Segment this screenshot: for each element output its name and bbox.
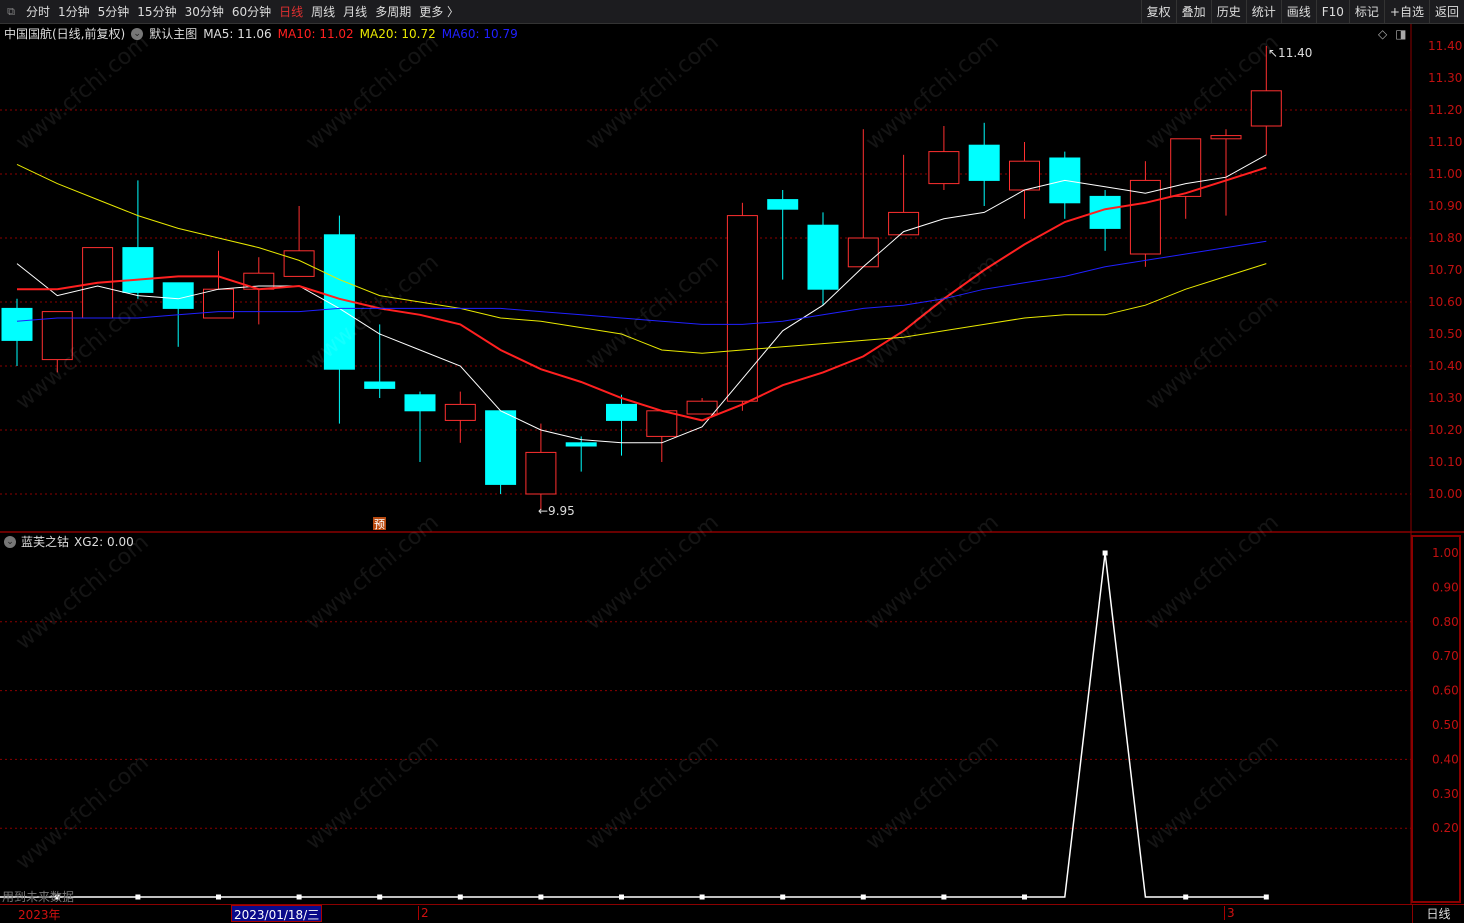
xg2-point: [860, 894, 866, 900]
month-label: 3: [1224, 906, 1235, 920]
period-indicator[interactable]: 日线: [1412, 905, 1464, 923]
indicator-tick: 0.90: [1432, 580, 1459, 594]
xg2-point: [780, 894, 786, 900]
high-price-label: ↖11.40: [1268, 46, 1312, 60]
candle-up: [646, 410, 678, 437]
chevron-down-icon[interactable]: ⌄: [4, 535, 16, 548]
candle-down: [606, 403, 637, 421]
candle-down: [767, 199, 799, 210]
candle-up: [525, 451, 557, 495]
price-tick: 10.10: [1428, 455, 1462, 469]
time-axis: 2023年 2023/01/18/三 2 3 日线: [0, 904, 1464, 923]
price-tick: 10.20: [1428, 423, 1462, 437]
indicator-tick: 0.30: [1432, 787, 1459, 801]
xg2-point: [1102, 550, 1108, 556]
xg2-point: [538, 894, 544, 900]
candle-down: [404, 394, 436, 412]
candle-down: [565, 442, 597, 447]
month-label: 2: [418, 906, 429, 920]
price-tick: 11.30: [1428, 71, 1462, 85]
price-tick: 10.90: [1428, 199, 1462, 213]
price-tick: 11.10: [1428, 135, 1462, 149]
price-tick: 10.30: [1428, 391, 1462, 405]
indicator-name[interactable]: 蓝芙之钴: [21, 533, 69, 550]
price-tick: 11.00: [1428, 167, 1462, 181]
xg2-point: [1022, 894, 1027, 900]
forecast-badge-text: 预: [374, 518, 385, 531]
xg2-line: [17, 552, 1267, 898]
xg2-point: [377, 894, 383, 900]
candle-down: [807, 224, 839, 290]
price-tick: 10.70: [1428, 263, 1462, 277]
candle-up: [1210, 135, 1242, 140]
candle-up: [283, 250, 315, 277]
candle-down: [122, 247, 154, 293]
indicator-tick: 0.80: [1432, 615, 1459, 629]
candle-down: [162, 282, 194, 309]
candle-up: [928, 151, 960, 185]
xg2-point: [135, 894, 141, 900]
cursor-date: 2023/01/18/三: [231, 905, 323, 922]
future-data-note: 用到未来数据: [2, 890, 75, 904]
indicator-tick: 0.50: [1432, 718, 1459, 732]
candle-up: [847, 237, 879, 268]
price-tick: 10.50: [1428, 327, 1462, 341]
candle-down: [968, 144, 1000, 181]
indicator-tick: 0.60: [1432, 684, 1459, 698]
low-price-label: ←9.95: [538, 504, 575, 518]
xg2-point: [619, 894, 624, 900]
price-tick: 11.20: [1428, 103, 1462, 117]
indicator-header: ⌄ 蓝芙之钴 XG2: 0.00: [4, 533, 134, 550]
price-tick: 10.40: [1428, 359, 1462, 373]
xg2-point: [216, 894, 221, 900]
candle-down: [485, 410, 517, 485]
kline-chart[interactable]: 11.40 11.30 11.20 11.10 11.00 10.90 10.80 10.70…: [0, 0, 1464, 904]
indicator-tick: 0.20: [1432, 821, 1459, 835]
candle-up: [1250, 90, 1282, 127]
indicator-value: XG2: 0.00: [74, 534, 134, 549]
candle-down: [364, 381, 396, 389]
xg2-point: [296, 894, 302, 900]
price-tick: 10.60: [1428, 295, 1462, 309]
indicator-tick: 0.40: [1432, 752, 1459, 766]
xg2-point: [457, 894, 463, 900]
candle-up: [1009, 160, 1040, 191]
candle-up: [203, 288, 234, 319]
price-tick: 11.40: [1428, 39, 1462, 53]
price-tick: 10.00: [1428, 487, 1462, 501]
year-label: 2023年: [18, 908, 61, 922]
price-tick: 10.80: [1428, 231, 1462, 245]
candle-up: [726, 215, 758, 402]
candle-down: [1, 307, 33, 341]
indicator-tick: 0.70: [1432, 649, 1459, 663]
xg2-point: [1183, 894, 1189, 900]
candle-up: [686, 400, 718, 415]
candle-up: [1170, 138, 1202, 197]
xg2-point: [699, 894, 705, 900]
xg2-point: [1263, 894, 1269, 900]
indicator-tick: 1.00: [1432, 546, 1459, 560]
xg2-point: [941, 894, 947, 900]
candle-up: [444, 403, 476, 421]
